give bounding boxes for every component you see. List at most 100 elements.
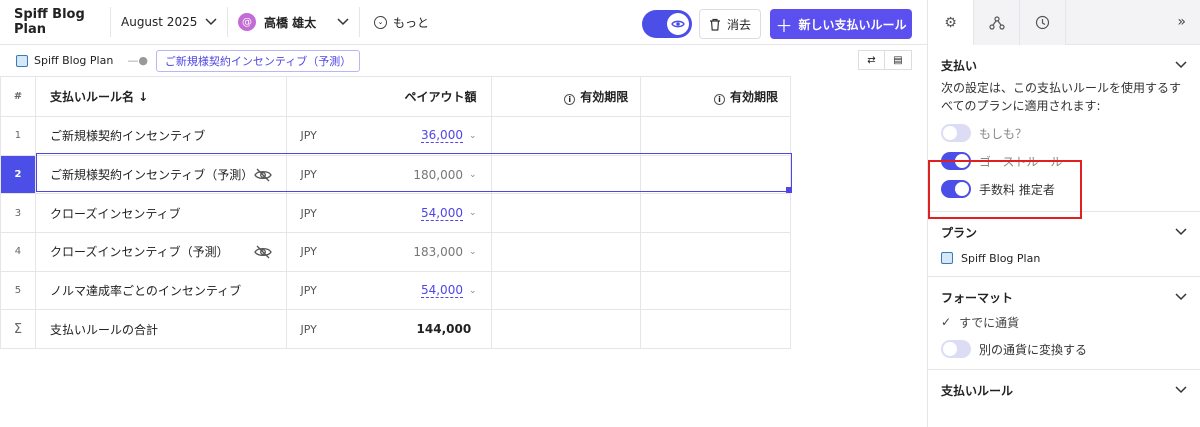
rule-name[interactable]: クローズインセンティブ: [34, 193, 287, 234]
swap-view-button[interactable]: ⇄: [858, 50, 885, 70]
valid-cell[interactable]: [490, 270, 642, 311]
gear-icon: ⚙: [944, 14, 957, 31]
plan-item[interactable]: Spiff Blog Plan: [941, 244, 1187, 272]
more-label: もっと: [393, 15, 430, 30]
chevron-down-icon: [337, 18, 349, 26]
valid-cell[interactable]: [640, 232, 791, 272]
delete-button[interactable]: 消去: [699, 9, 761, 39]
double-chevron-right-icon: »: [1177, 14, 1186, 30]
chevron-down-icon: [1175, 61, 1187, 69]
visibility-toggle[interactable]: [642, 10, 692, 38]
circle-chevron-icon: ⌄: [374, 15, 387, 29]
format-section: フォーマット ✓ すでに通貨 別の通貨に変換する: [928, 277, 1200, 370]
table-row[interactable]: 4 クローズインセンティブ（予測） JPY 183,000 ⌄: [0, 232, 791, 272]
valid-cell[interactable]: [640, 193, 791, 234]
more-button[interactable]: ⌄ もっと: [374, 14, 429, 31]
format-section-title: フォーマット: [941, 290, 1014, 305]
valid-cell[interactable]: [490, 154, 642, 195]
hierarchy-icon: [988, 15, 1005, 30]
row-number: 2: [0, 154, 36, 195]
row-number: 5: [0, 270, 36, 311]
rule-name-cell[interactable]: クローズインセンティブ（予測）: [34, 232, 287, 272]
tab-history[interactable]: [1020, 0, 1066, 45]
payout-amount[interactable]: 36,000: [420, 128, 463, 144]
table-row[interactable]: 5 ノルマ達成率ごとのインセンティブ JPY 54,000 ⌄: [0, 270, 791, 311]
payout-cell[interactable]: JPY 180,000 ⌄: [285, 154, 492, 195]
valid-cell[interactable]: [640, 154, 791, 195]
payout-cell[interactable]: JPY 54,000 ⌄: [285, 270, 492, 311]
valid-cell[interactable]: [490, 193, 642, 234]
sum-icon: Σ: [0, 309, 36, 350]
row-number: 4: [0, 232, 36, 272]
currency: JPY: [300, 322, 317, 336]
payout-amount[interactable]: 180,000: [413, 168, 463, 182]
plan-section: プラン Spiff Blog Plan: [928, 212, 1200, 277]
arrow-right-icon: —●: [127, 54, 148, 67]
user-selected: @ 高橋 雄太: [238, 13, 316, 31]
month-value: August 2025: [121, 15, 198, 29]
table-view-button[interactable]: ▤: [885, 50, 912, 70]
rule-name-cell[interactable]: ご新規様契約インセンティブ（予測）: [34, 154, 287, 195]
valid-cell[interactable]: [490, 116, 642, 156]
col-payout-header[interactable]: ペイアウト額: [285, 76, 492, 117]
payout-cell[interactable]: JPY 36,000 ⌄: [285, 116, 492, 156]
rules-section-header[interactable]: 支払いルール: [941, 370, 1187, 410]
user-name: 高橋 雄太: [264, 15, 317, 30]
chevron-down-icon[interactable]: ⌄: [469, 170, 477, 180]
chevron-down-icon: [205, 18, 217, 26]
whatif-label: もしも？: [979, 126, 1028, 141]
currency: JPY: [300, 206, 317, 220]
check-icon: ✓: [941, 315, 952, 329]
chevron-down-icon[interactable]: ⌄: [469, 131, 477, 141]
tab-settings[interactable]: ⚙: [928, 0, 974, 45]
user-selector[interactable]: @ 高橋 雄太: [227, 7, 360, 37]
payout-cell[interactable]: JPY 54,000 ⌄: [285, 193, 492, 234]
breadcrumb-plan[interactable]: Spiff Blog Plan: [16, 54, 113, 67]
table-row[interactable]: 1 ご新規様契約インセンティブ JPY 36,000 ⌄: [0, 116, 791, 156]
plan-title: Spiff Blog Plan: [14, 7, 85, 37]
total-cell: JPY 144,000: [285, 309, 492, 350]
table-row-selected[interactable]: 2 ご新規様契約インセンティブ（予測） JPY 180,000 ⌄: [0, 154, 791, 195]
history-icon: [1035, 15, 1050, 30]
convert-currency-label: 別の通貨に変換する: [979, 342, 1088, 357]
row-number: 3: [0, 193, 36, 234]
app-root: Spiff Blog Plan August 2025 @ 高橋 雄太 ⌄ もっ…: [0, 0, 1200, 427]
payout-amount[interactable]: 54,000: [420, 283, 463, 299]
rule-name[interactable]: ノルマ達成率ごとのインセンティブ: [34, 270, 287, 311]
breadcrumb-current[interactable]: ご新規様契約インセンティブ（予測）: [155, 49, 361, 72]
chevron-down-icon[interactable]: ⌄: [469, 247, 477, 257]
total-label: 支払いルールの合計: [34, 309, 287, 350]
month-selector[interactable]: August 2025: [110, 7, 227, 37]
tab-hierarchy[interactable]: [974, 0, 1020, 45]
payout-cell[interactable]: JPY 183,000 ⌄: [285, 232, 492, 272]
col-valid2-header[interactable]: i 有効期限: [640, 76, 791, 117]
col-num-header: #: [0, 76, 36, 117]
chevron-down-icon[interactable]: ⌄: [469, 208, 477, 218]
view-switcher: ⇄ ▤: [858, 50, 912, 70]
whatif-toggle[interactable]: [941, 124, 971, 142]
table-header-row: # 支払いルール名 ↓ ペイアウト額 i 有効期限 i 有効期限: [0, 76, 791, 117]
rule-name: クローズインセンティブ（予測）: [49, 245, 229, 260]
payment-description: 次の設定は、この支払いルールを使用するすべてのプランに適用されます:: [941, 81, 1182, 113]
col-name-header[interactable]: 支払いルール名 ↓: [34, 76, 287, 117]
eye-off-icon[interactable]: [253, 245, 272, 259]
fill-handle[interactable]: [786, 187, 792, 193]
eye-off-icon[interactable]: [253, 168, 272, 182]
table-row[interactable]: 3 クローズインセンティブ JPY 54,000 ⌄: [0, 193, 791, 234]
toggle-row-whatif[interactable]: もしも？: [941, 119, 1187, 147]
chevron-down-icon[interactable]: ⌄: [469, 286, 477, 296]
col-valid1-header[interactable]: i 有効期限: [490, 76, 642, 117]
valid-cell[interactable]: [490, 232, 642, 272]
payout-amount[interactable]: 183,000: [413, 245, 463, 259]
rule-name[interactable]: ご新規様契約インセンティブ: [34, 116, 287, 156]
convert-currency-toggle[interactable]: [941, 340, 971, 358]
collapse-panel-button[interactable]: »: [1066, 0, 1200, 44]
convert-currency-row[interactable]: 別の通貨に変換する: [941, 335, 1187, 363]
currency: JPY: [300, 284, 317, 298]
payout-amount[interactable]: 54,000: [420, 206, 463, 221]
trash-icon: [709, 18, 720, 31]
new-rule-button[interactable]: ＋ 新しい支払いルール: [770, 9, 912, 39]
valid-cell[interactable]: [640, 116, 791, 156]
valid-cell[interactable]: [640, 270, 791, 311]
rules-section: 支払いルール: [928, 370, 1200, 410]
